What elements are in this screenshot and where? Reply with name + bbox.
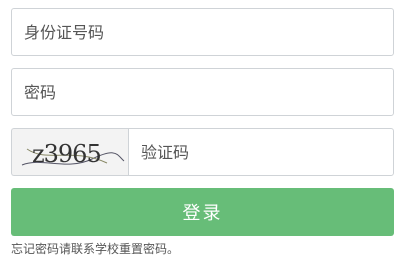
captcha-input[interactable]: [129, 129, 393, 175]
captcha-field[interactable]: [128, 128, 394, 176]
login-button[interactable]: 登录: [11, 188, 394, 236]
captcha-row: z3965: [11, 128, 394, 176]
captcha-text: z3965: [32, 140, 101, 168]
password-input[interactable]: [12, 69, 393, 115]
forgot-password-hint: 忘记密码请联系学校重置密码。: [11, 242, 180, 256]
captcha-image[interactable]: z3965: [11, 128, 128, 176]
password-field[interactable]: [11, 68, 394, 116]
id-number-input[interactable]: [12, 9, 393, 55]
id-number-field[interactable]: [11, 8, 394, 56]
